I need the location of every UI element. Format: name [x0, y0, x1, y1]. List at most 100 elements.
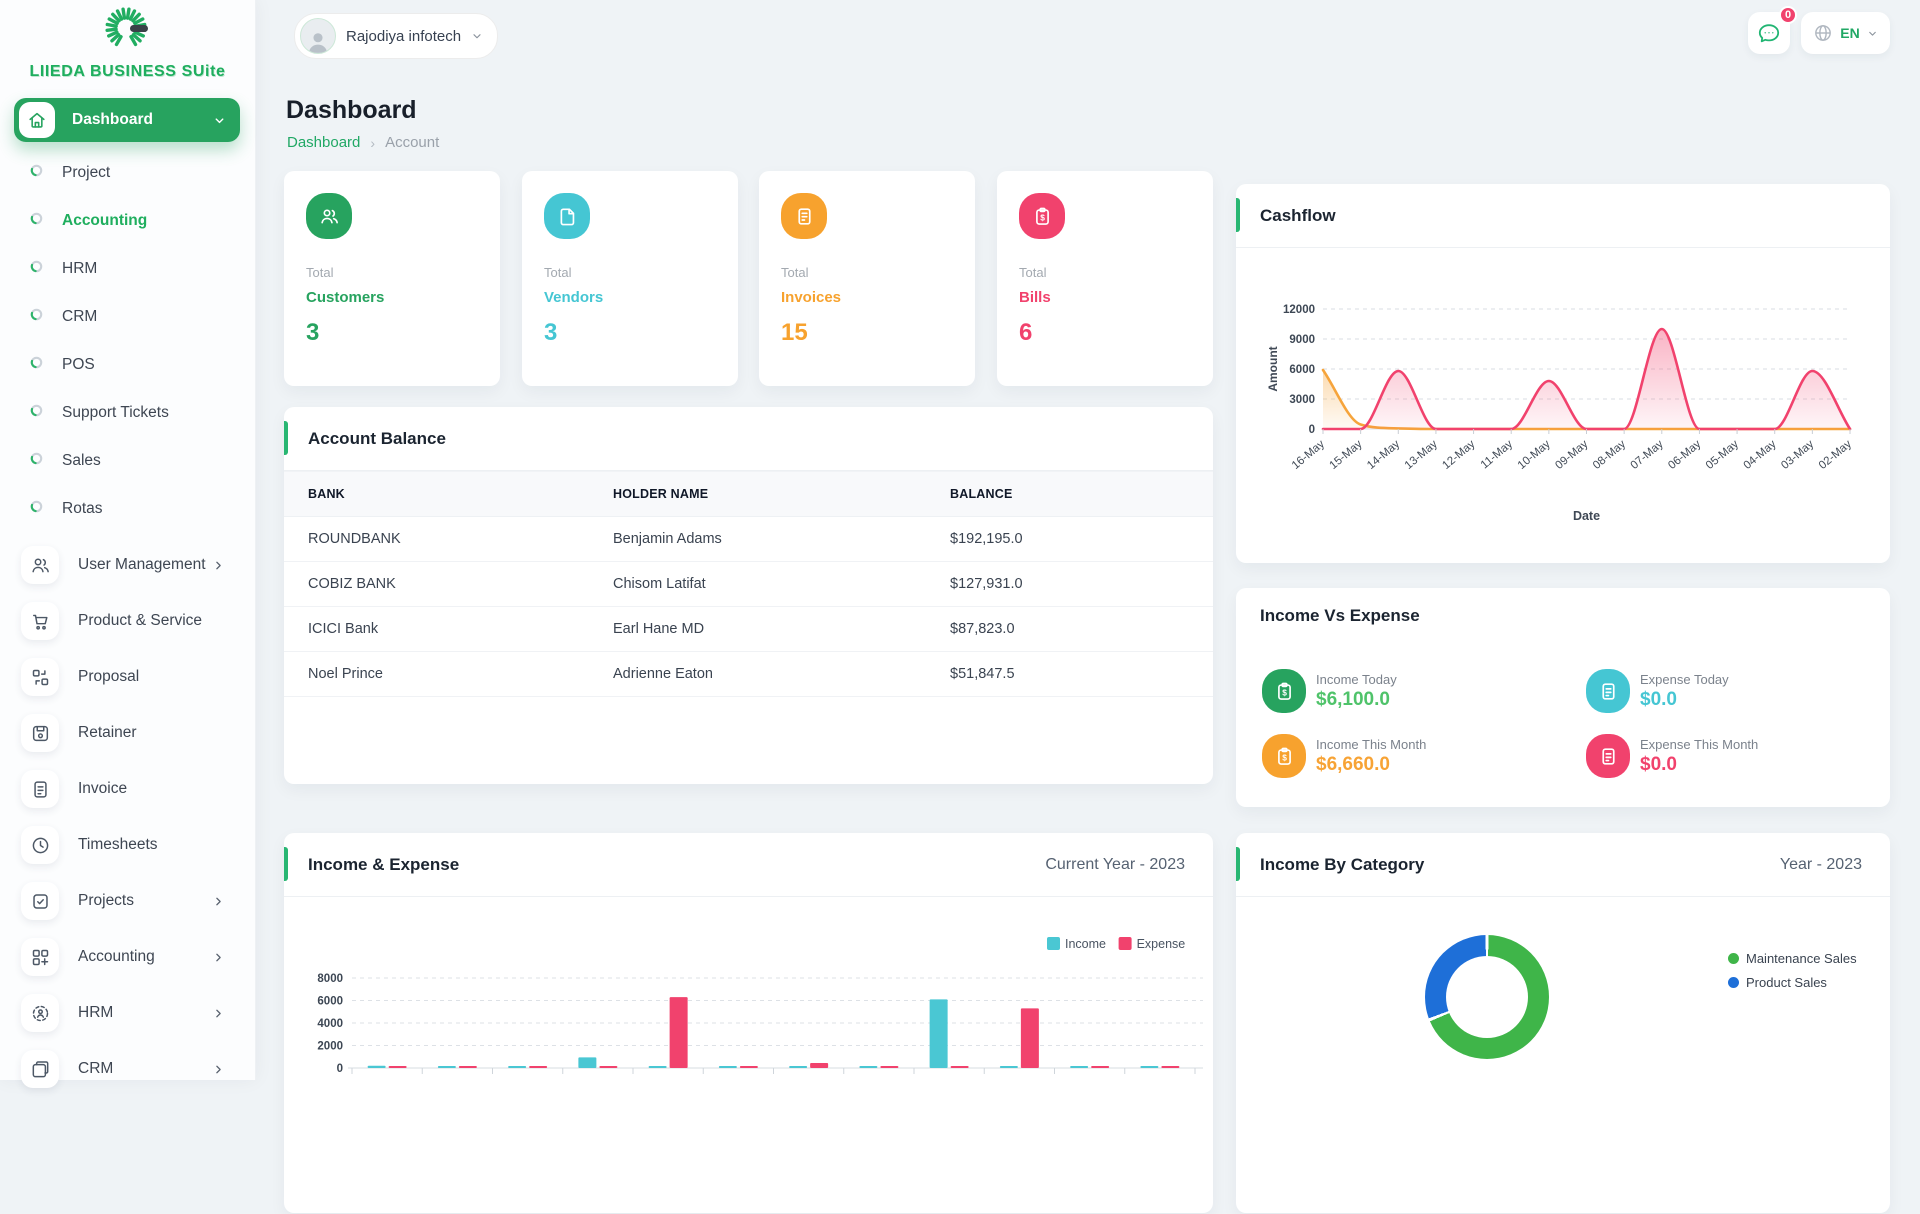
sidebar-item-label: Projects: [78, 892, 134, 910]
language-code: EN: [1840, 25, 1859, 41]
stat-prefix: Total: [306, 265, 478, 280]
ive-item-expense-this-month: Expense This Month$0.0: [1586, 734, 1758, 778]
sidebar-item-project[interactable]: Project: [0, 149, 255, 197]
table-cell: Chisom Latifat: [589, 562, 926, 607]
income-vs-expense-card: Income Vs Expense $Income Today$6,100.0E…: [1236, 588, 1890, 807]
stat-prefix: Total: [781, 265, 953, 280]
vendors-icon: [544, 193, 590, 239]
sidebar-item-label: Retainer: [78, 724, 137, 742]
ive-label: Income This Month: [1316, 737, 1426, 752]
breadcrumb-current: Account: [385, 134, 439, 151]
notification-badge: 0: [1779, 6, 1797, 24]
sidebar-item-hrm[interactable]: HRM: [0, 985, 255, 1041]
sidebar-item-label: Proposal: [78, 668, 139, 686]
chevron-right-icon: [212, 1007, 225, 1020]
ive-item-expense-today: Expense Today$0.0: [1586, 669, 1729, 713]
table-row: Noel PrinceAdrienne Eaton$51,847.5: [284, 652, 1213, 697]
svg-text:16-May: 16-May: [1290, 438, 1327, 472]
brand-title: LIIEDA BUSINESS SUite: [0, 63, 255, 81]
stat-value: 3: [544, 319, 716, 347]
svg-text:Amount: Amount: [1266, 346, 1280, 391]
sidebar-item-label: Dashboard: [72, 111, 213, 129]
table-cell: $127,931.0: [926, 562, 1213, 607]
sidebar-item-label: POS: [62, 356, 95, 374]
income-expense-period: Current Year - 2023: [1045, 856, 1185, 874]
sidebar-item-accounting[interactable]: Accounting: [0, 929, 255, 985]
income-by-category-card: Income By Category Year - 2023 Maintenan…: [1236, 833, 1890, 1213]
svg-text:08-May: 08-May: [1591, 438, 1628, 472]
stat-prefix: Total: [544, 265, 716, 280]
svg-text:15-May: 15-May: [1327, 438, 1364, 472]
sidebar-item-product-service[interactable]: Product & Service: [0, 593, 255, 649]
svg-text:13-May: 13-May: [1403, 438, 1440, 472]
accounting-icon: [21, 938, 59, 976]
ring-icon: [30, 356, 43, 374]
svg-text:0: 0: [337, 1063, 343, 1075]
stat-card-invoices: TotalInvoices15: [759, 171, 975, 386]
messages-button[interactable]: 0: [1748, 12, 1790, 54]
ive-value: $0.0: [1640, 754, 1758, 776]
sidebar-item-proposal[interactable]: Proposal: [0, 649, 255, 705]
table-column-header: BANK: [284, 472, 589, 517]
sidebar-item-label: CRM: [62, 308, 97, 326]
sidebar-item-projects[interactable]: Projects: [0, 873, 255, 929]
globe-icon: [1813, 23, 1833, 43]
sidebar-item-hrm[interactable]: HRM: [0, 245, 255, 293]
ive-value: $0.0: [1640, 689, 1729, 711]
svg-text:2000: 2000: [317, 1041, 343, 1053]
legend-item: Product Sales: [1728, 975, 1857, 990]
table-cell: ICICI Bank: [284, 607, 589, 652]
table-cell: $192,195.0: [926, 517, 1213, 562]
sidebar-item-support-tickets[interactable]: Support Tickets: [0, 389, 255, 437]
proposal-icon: [21, 658, 59, 696]
ring-icon: [30, 308, 43, 326]
sidebar-item-accounting[interactable]: Accounting: [0, 197, 255, 245]
chevron-right-icon: [212, 1063, 225, 1076]
card-accent-bar: [1236, 198, 1240, 232]
sidebar-item-crm[interactable]: CRM: [0, 293, 255, 341]
stat-card-vendors: TotalVendors3: [522, 171, 738, 386]
language-selector[interactable]: EN: [1801, 12, 1890, 54]
card-accent-bar: [284, 421, 288, 455]
hrm-icon: [21, 994, 59, 1032]
table-cell: Benjamin Adams: [589, 517, 926, 562]
invoices-icon: [781, 193, 827, 239]
income-vs-expense-title: Income Vs Expense: [1260, 606, 1420, 626]
company-selector[interactable]: Rajodiya infotech: [294, 13, 498, 59]
sidebar-item-crm[interactable]: CRM: [0, 1041, 255, 1097]
svg-text:$: $: [1282, 687, 1287, 697]
sidebar-item-label: Rotas: [62, 500, 103, 518]
svg-text:$: $: [1040, 212, 1045, 222]
sidebar: LIIEDA BUSINESS SUite Dashboard Project A…: [0, 0, 256, 1080]
page-title: Dashboard: [286, 96, 417, 125]
sidebar-item-label: Accounting: [62, 212, 147, 230]
sidebar-item-sales[interactable]: Sales: [0, 437, 255, 485]
svg-text:02-May: 02-May: [1817, 438, 1854, 472]
sidebar-item-timesheets[interactable]: Timesheets: [0, 817, 255, 873]
chevron-down-icon: [471, 30, 483, 42]
sidebar-item-label: Sales: [62, 452, 101, 470]
sidebar-item-label: Support Tickets: [62, 404, 169, 422]
svg-text:11-May: 11-May: [1479, 438, 1516, 471]
breadcrumb-separator: ›: [370, 135, 375, 151]
sidebar-simple-menu: Project Accounting HRM CRM POS Support Ticket…: [0, 149, 255, 533]
expense-file-icon: [1586, 669, 1630, 713]
sidebar-item-rotas[interactable]: Rotas: [0, 485, 255, 533]
table-row: COBIZ BANKChisom Latifat$127,931.0: [284, 562, 1213, 607]
sidebar-item-user-management[interactable]: User Management: [0, 537, 255, 593]
account-balance-title: Account Balance: [308, 429, 446, 449]
sidebar-item-dashboard[interactable]: Dashboard: [14, 98, 240, 142]
brand-logo: LIIEDA BUSINESS SUite: [0, 2, 255, 81]
cashflow-title: Cashflow: [1260, 206, 1336, 226]
sidebar-item-pos[interactable]: POS: [0, 341, 255, 389]
svg-text:Date: Date: [1573, 509, 1600, 523]
svg-text:6000: 6000: [317, 996, 343, 1008]
breadcrumb-dashboard-link[interactable]: Dashboard: [287, 134, 360, 151]
legend-dot: [1728, 953, 1739, 964]
sidebar-item-label: Timesheets: [78, 836, 158, 854]
ive-item-income-this-month: $Income This Month$6,660.0: [1262, 734, 1426, 778]
table-cell: COBIZ BANK: [284, 562, 589, 607]
svg-text:Expense: Expense: [1137, 937, 1186, 951]
sidebar-item-invoice[interactable]: Invoice: [0, 761, 255, 817]
sidebar-item-retainer[interactable]: Retainer: [0, 705, 255, 761]
